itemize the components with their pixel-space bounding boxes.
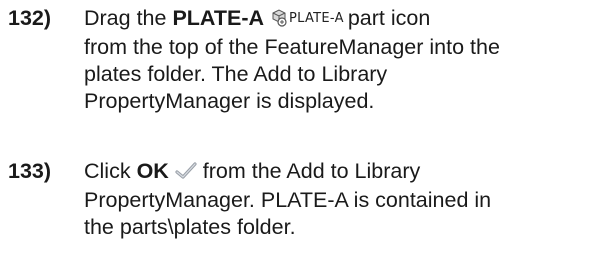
part-icon bbox=[270, 7, 288, 34]
step-133: 133) Click OK from the Add to Library Pr… bbox=[8, 158, 588, 241]
step-line-2: from the top of the FeatureManager into … bbox=[84, 35, 500, 59]
step-line-1: Click OK from the Add to Library bbox=[84, 158, 588, 187]
step-line-3: plates folder. The Add to Library bbox=[84, 62, 388, 86]
step-line-2: PropertyManager. PLATE-A is contained in bbox=[84, 188, 492, 212]
part-name: PLATE-A bbox=[172, 6, 265, 30]
step-line-3: the parts\plates folder. bbox=[84, 215, 296, 239]
step-number: 133) bbox=[8, 159, 52, 183]
previous-line-fragment bbox=[150, 0, 570, 2]
step-132: 132) Drag the PLATE-A PLATE-A part icon f… bbox=[8, 5, 588, 115]
step-line-1: Drag the PLATE-A PLATE-A part icon bbox=[84, 5, 588, 34]
step-number: 132) bbox=[8, 6, 52, 30]
ok-label: OK bbox=[136, 159, 169, 183]
step-line-4: PropertyManager is displayed. bbox=[84, 89, 375, 113]
checkmark-icon bbox=[175, 160, 197, 187]
part-label: PLATE-A bbox=[289, 11, 344, 26]
instruction-page: 132) Drag the PLATE-A PLATE-A part icon f… bbox=[0, 0, 592, 273]
